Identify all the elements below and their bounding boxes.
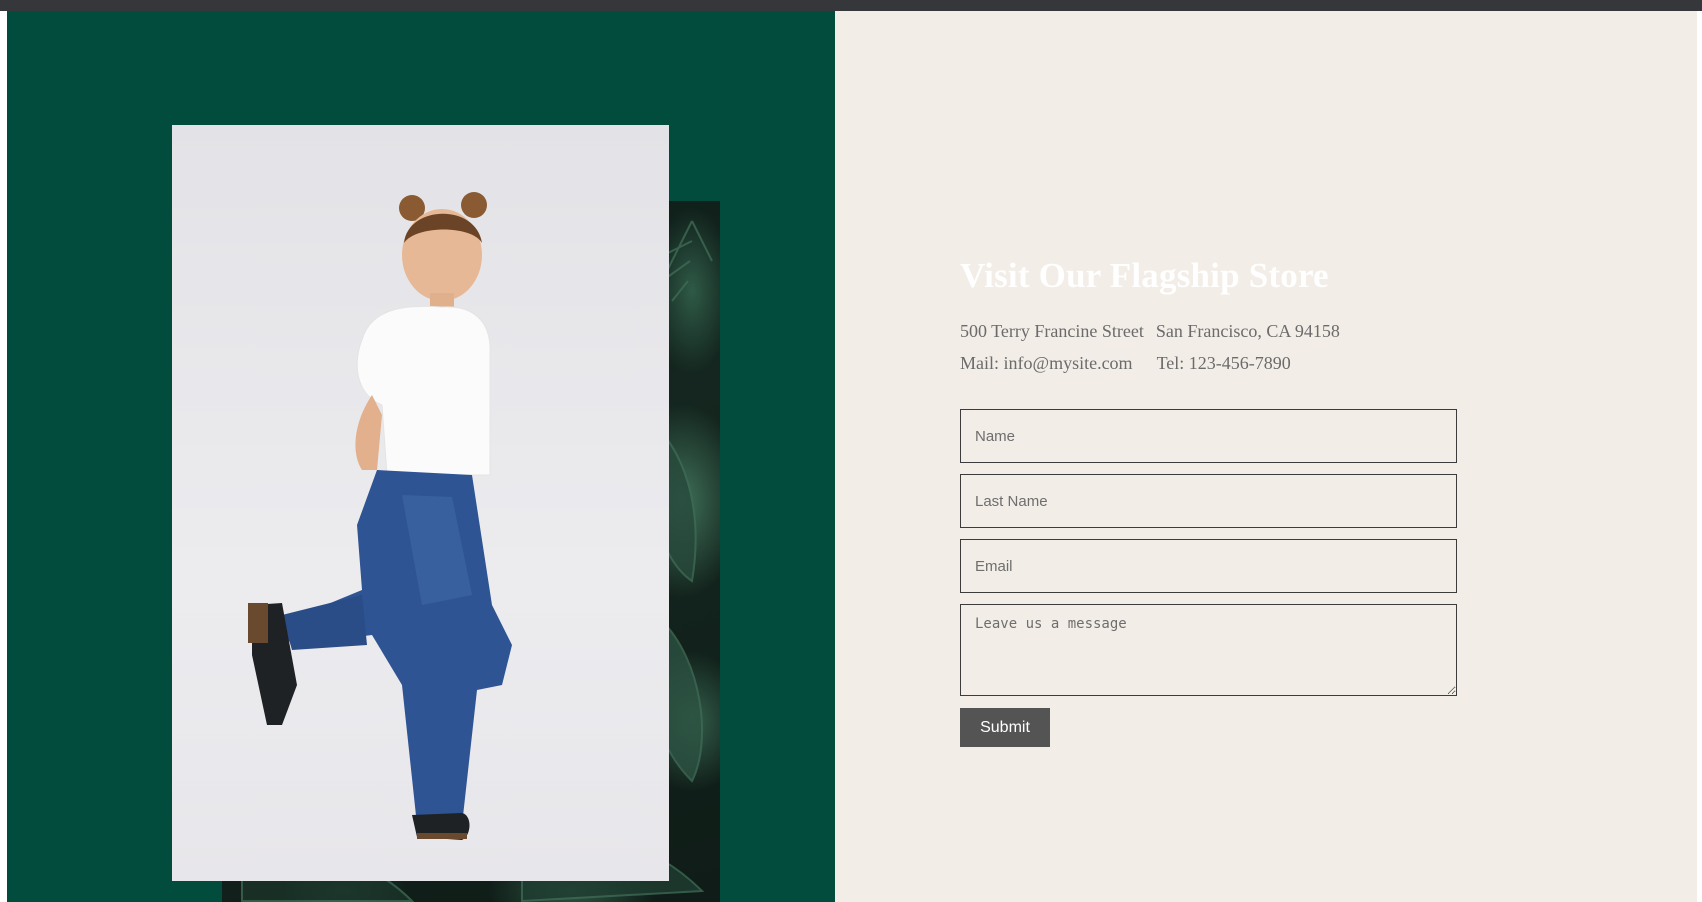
image-panel [7, 11, 835, 902]
name-input[interactable] [960, 409, 1457, 463]
model-photo [172, 125, 669, 881]
street-address: 500 Terry Francine Street [960, 321, 1144, 341]
tel-text: Tel: 123-456-7890 [1156, 353, 1291, 373]
mail-text: Mail: info@mysite.com [960, 353, 1133, 373]
store-heading: Visit Our Flagship Store [960, 256, 1329, 295]
browser-top-bar [0, 0, 1702, 11]
message-textarea[interactable] [960, 604, 1457, 696]
city-address: San Francisco, CA 94158 [1155, 321, 1340, 341]
last-name-input[interactable] [960, 474, 1457, 528]
contact-line: Mail: info@mysite.com Tel: 123-456-7890 [960, 353, 1291, 374]
page-edge [1697, 11, 1702, 902]
email-input[interactable] [960, 539, 1457, 593]
address-line: 500 Terry Francine Street San Francisco, … [960, 321, 1340, 342]
submit-button[interactable]: Submit [960, 708, 1050, 747]
